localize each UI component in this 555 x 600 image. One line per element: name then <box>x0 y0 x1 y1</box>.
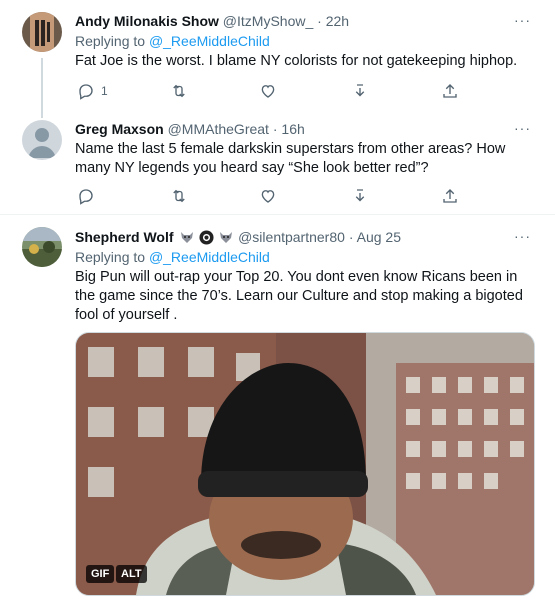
gif-still-image <box>76 333 534 595</box>
retweet-button[interactable] <box>170 186 188 206</box>
like-button[interactable] <box>259 186 277 206</box>
separator-dot: · <box>272 121 278 137</box>
separator-dot: · <box>317 13 322 29</box>
download-icon <box>355 84 365 97</box>
replying-to-label: Replying to <box>75 33 146 49</box>
avatar[interactable] <box>22 12 62 52</box>
gif-badge: GIF <box>86 565 115 583</box>
avatar[interactable] <box>22 120 62 160</box>
thread-line <box>41 108 43 118</box>
timestamp[interactable]: Aug 25 <box>357 229 401 245</box>
user-handle[interactable]: @silentpartner80 <box>238 229 345 245</box>
more-options-button[interactable]: ··· <box>514 228 531 244</box>
display-name[interactable]: Shepherd Wolf <box>75 229 174 245</box>
like-button[interactable] <box>259 81 277 101</box>
retweet-icon <box>173 84 185 98</box>
retweet-icon <box>173 189 185 203</box>
tweet-gif-media[interactable]: GIF ALT <box>75 332 535 596</box>
wolf-emoji-icon <box>181 232 194 243</box>
more-options-button[interactable]: ··· <box>514 120 531 136</box>
heart-icon <box>261 190 275 203</box>
replying-to-label: Replying to <box>75 249 146 265</box>
share-button[interactable] <box>441 81 459 101</box>
timestamp[interactable]: 22h <box>326 13 349 29</box>
tweet-greg[interactable]: Greg Maxson @MMAtheGreat · 16h ··· Name … <box>0 108 555 214</box>
wolf-emoji-icon <box>220 232 233 243</box>
reply-icon <box>79 189 93 205</box>
retweet-button[interactable] <box>170 81 188 101</box>
avatar[interactable] <box>22 227 62 267</box>
user-handle[interactable]: @ItzMyShow_ <box>223 13 313 29</box>
share-icon <box>443 189 457 203</box>
replying-to-link[interactable]: @_ReeMiddleChild <box>149 33 270 49</box>
heart-icon <box>261 85 275 98</box>
more-options-button[interactable]: ··· <box>514 12 531 28</box>
reply-button[interactable]: 1 <box>77 81 108 101</box>
reply-button[interactable] <box>77 186 95 206</box>
reply-icon <box>79 84 93 100</box>
download-button[interactable] <box>351 186 369 206</box>
thread-line <box>41 58 43 110</box>
circle-badge-icon <box>199 230 214 245</box>
alt-text-button[interactable]: ALT <box>116 565 147 583</box>
separator-dot: · <box>348 229 354 245</box>
tweet-text: Fat Joe is the worst. I blame NY coloris… <box>75 53 518 69</box>
tweet-text: Big Pun will out-rap your Top 20. You do… <box>75 269 523 323</box>
display-name[interactable]: Greg Maxson <box>75 121 164 137</box>
share-button[interactable] <box>441 186 459 206</box>
download-icon <box>355 189 365 202</box>
share-icon <box>443 84 457 98</box>
tweet-andy[interactable]: Andy Milonakis Show @ItzMyShow_ · 22h ··… <box>0 0 555 110</box>
display-name[interactable]: Andy Milonakis Show <box>75 13 219 29</box>
replying-to-link[interactable]: @_ReeMiddleChild <box>149 249 270 265</box>
reply-count: 1 <box>101 84 108 98</box>
user-handle[interactable]: @MMAtheGreat <box>168 121 269 137</box>
tweet-text: Name the last 5 female darkskin supersta… <box>75 141 506 176</box>
download-button[interactable] <box>351 81 369 101</box>
timestamp[interactable]: 16h <box>281 121 304 137</box>
